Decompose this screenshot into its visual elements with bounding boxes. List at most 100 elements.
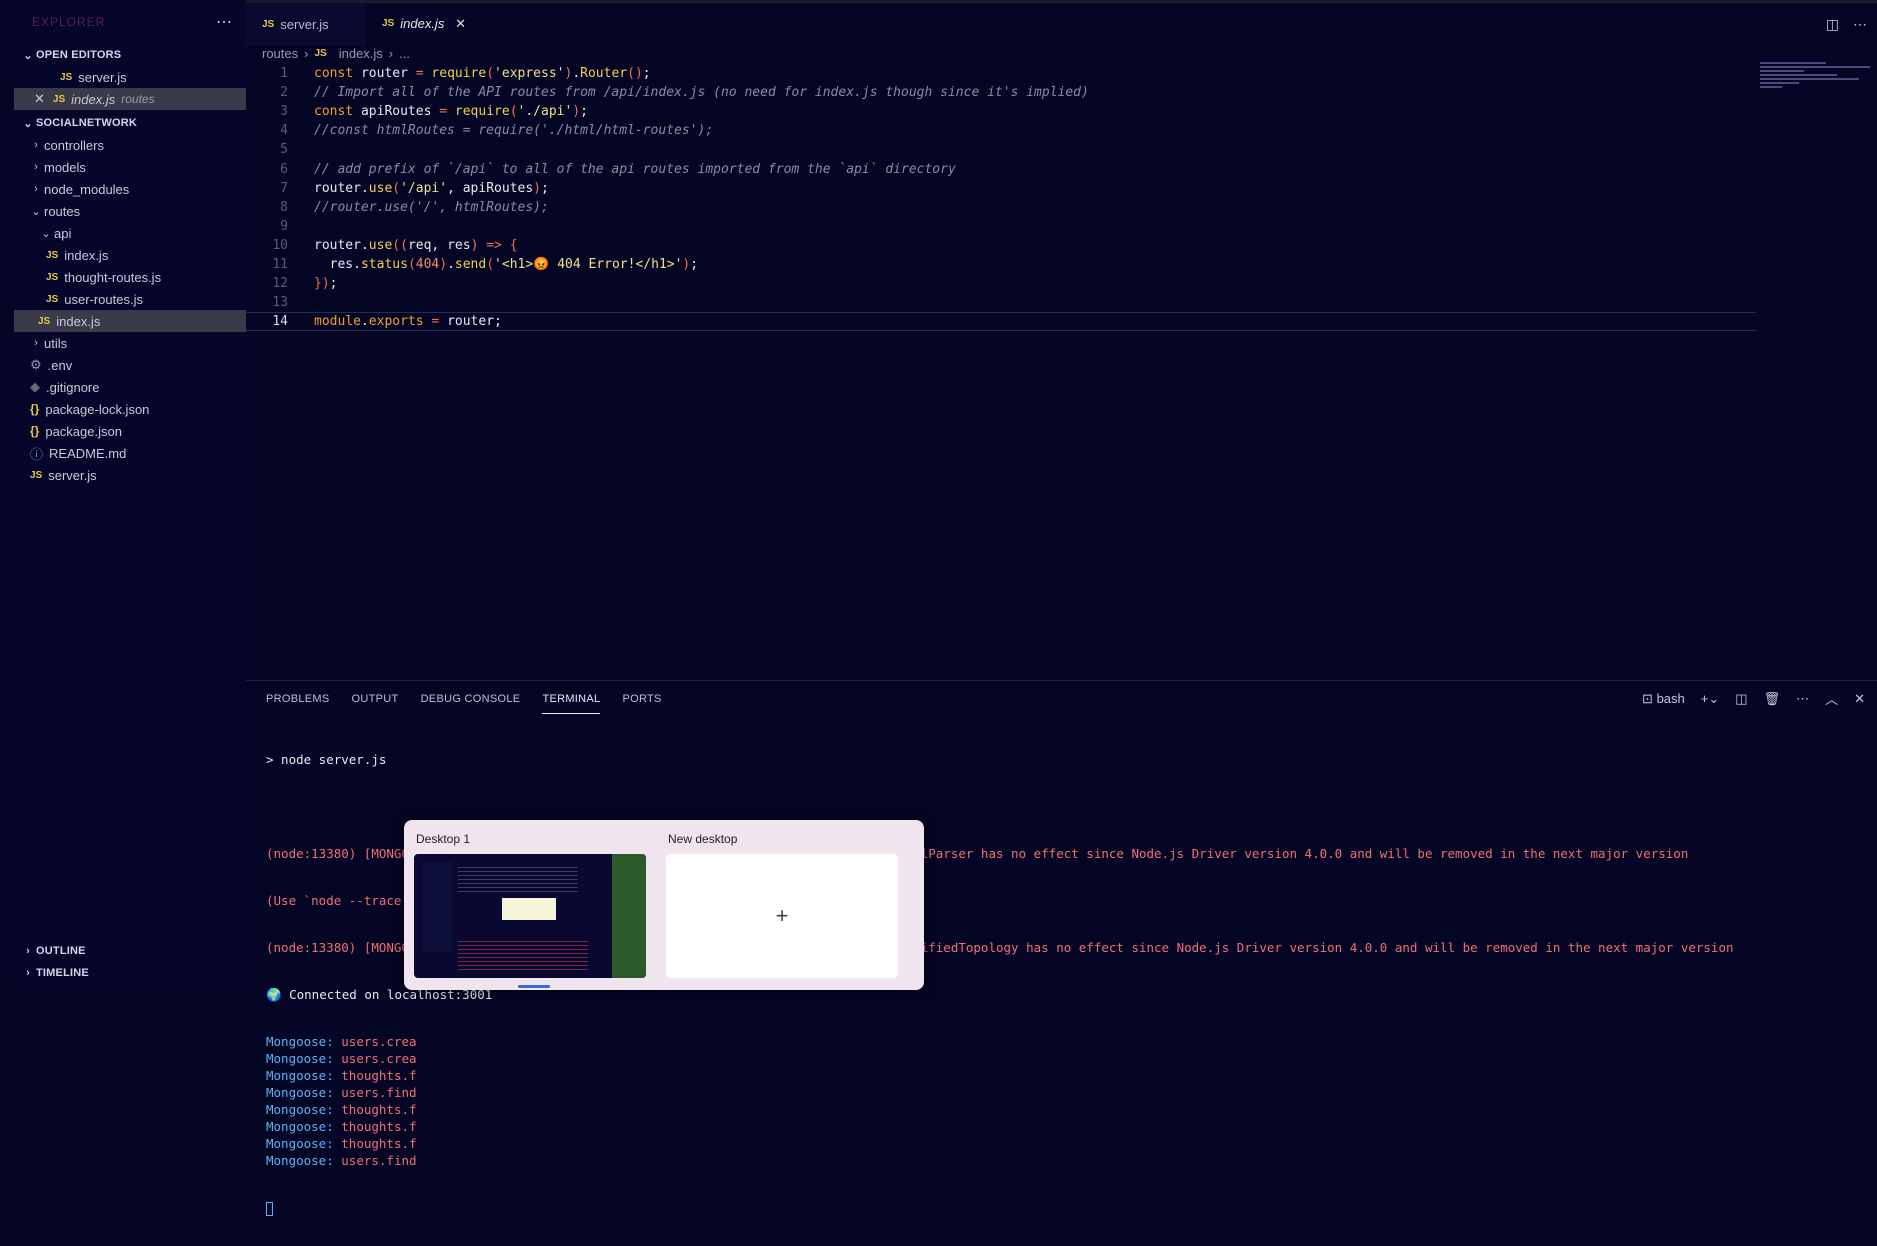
tree-folder[interactable]: ⌄ routes — [14, 200, 246, 222]
open-editor-item-active[interactable]: ✕ JS index.js routes — [14, 88, 246, 110]
tree-file[interactable]: ◆ .gitignore — [14, 376, 246, 398]
line-number: 3 — [280, 104, 288, 120]
tree-file[interactable]: JS index.js — [14, 244, 246, 266]
line-number: 7 — [280, 180, 288, 196]
chevron-down-icon: ⌄ — [31, 205, 41, 218]
tab-terminal[interactable]: TERMINAL — [542, 685, 601, 714]
code-line[interactable]: 7 router.use('/api', apiRoutes); — [246, 179, 1756, 198]
code-line[interactable]: 2 // Import all of the API routes from /a… — [246, 83, 1756, 102]
task-view-overlay: Desktop 1 New desktop + — [404, 820, 924, 990]
code-line[interactable]: 12}); — [246, 274, 1756, 293]
desktop-1-thumbnail[interactable] — [414, 854, 646, 978]
js-file-icon: JS — [46, 271, 59, 283]
tab-problems[interactable]: PROBLEMS — [266, 685, 330, 713]
code-line[interactable]: 14 module.exports = router; — [246, 312, 1756, 332]
code-line[interactable]: 4 //const htmlRoutes = require('./html/ht… — [246, 121, 1756, 140]
code-line[interactable]: 6 // add prefix of `/api` to all of the a… — [246, 160, 1756, 179]
tab-index-js[interactable]: JS index.js ✕ — [366, 3, 482, 46]
timeline-header[interactable]: › TIMELINE — [14, 962, 246, 984]
minimap[interactable] — [1760, 62, 1870, 102]
terminal-shell-selector[interactable]: ⊡ bash — [1642, 691, 1685, 707]
code-text: // add prefix of `/api` to all of the ap… — [314, 161, 956, 177]
line-number: 9 — [280, 218, 288, 234]
json-icon: {} — [30, 424, 40, 438]
explorer-header: EXPLORER ⋯ — [14, 0, 246, 44]
tree-file[interactable]: JS server.js — [14, 464, 246, 486]
tree-folder[interactable]: ⌄ api — [14, 222, 246, 244]
add-desktop-button[interactable]: + — [666, 854, 898, 978]
tree-file[interactable]: {} package.json — [14, 420, 246, 442]
tab-server-js[interactable]: JS server.js — [246, 3, 366, 46]
tree-folder[interactable]: › utils — [14, 332, 246, 354]
open-editors-header[interactable]: ⌄ OPEN EDITORS — [14, 44, 246, 66]
trash-icon[interactable]: 🗑 — [1764, 691, 1781, 707]
line-number: 6 — [280, 161, 288, 177]
breadcrumb-symbol[interactable]: ... — [399, 46, 410, 61]
code-line[interactable]: 8 //router.use('/', htmlRoutes); — [246, 198, 1756, 217]
tree-file[interactable]: JS thought-routes.js — [14, 266, 246, 288]
terminal-cursor — [266, 1201, 273, 1216]
explorer-sidebar: EXPLORER ⋯ ⌄ OPEN EDITORS JS server.js ✕… — [14, 0, 246, 990]
js-file-icon: JS — [46, 293, 59, 305]
tab-ports[interactable]: PORTS — [622, 685, 661, 713]
js-file-icon: JS — [382, 18, 395, 29]
breadcrumb: routes › JS index.js › ... — [262, 44, 410, 62]
mongoose-log-line: Mongoose: thoughts.f — [266, 1068, 417, 1083]
line-number: 1 — [280, 66, 288, 81]
close-icon[interactable]: ✕ — [34, 91, 45, 107]
new-desktop[interactable]: New desktop + — [666, 830, 906, 978]
line-number: 4 — [280, 123, 288, 139]
tab-debug-console[interactable]: DEBUG CONSOLE — [421, 685, 521, 713]
tree-folder[interactable]: › models — [14, 156, 246, 178]
mongoose-log-line: Mongoose: thoughts.f — [266, 1136, 417, 1151]
code-line[interactable]: 3 const apiRoutes = require('./api'); — [246, 102, 1756, 121]
terminal-mongoose-log: Mongoose: users.crea Mongoose: users.crea… — [266, 1033, 1734, 1169]
sidebar-bottom-sections: › OUTLINE › TIMELINE — [14, 940, 246, 990]
split-editor-icon[interactable]: ◫ — [1826, 16, 1839, 33]
line-number: 13 — [272, 295, 288, 311]
activity-bar — [0, 0, 14, 990]
outline-header[interactable]: › OUTLINE — [14, 940, 246, 962]
chevron-up-icon[interactable]: ︿ — [1825, 689, 1838, 708]
code-line[interactable]: 9 — [246, 217, 1756, 236]
tree-folder[interactable]: › node_modules — [14, 178, 246, 200]
chevron-right-icon: › — [304, 45, 309, 61]
panel-actions: ⊡ bash +⌄ ◫ 🗑 ⋯ ︿ ✕ — [1642, 689, 1865, 708]
code-line[interactable]: 11 res.status(404).send('<h1>😡 404 Error… — [246, 255, 1756, 274]
chevron-down-icon: ⌄ — [41, 227, 51, 240]
code-text: // Import all of the API routes from /ap… — [314, 85, 1089, 101]
code-line[interactable]: 10 router.use((req, res) => { — [246, 236, 1756, 255]
js-file-icon: JS — [262, 19, 275, 30]
add-terminal-icon[interactable]: +⌄ — [1701, 691, 1719, 707]
js-file-icon: JS — [30, 469, 43, 481]
tab-output[interactable]: OUTPUT — [352, 685, 399, 713]
code-line[interactable]: 1 const router = require('express').Route… — [246, 64, 1756, 83]
tree-file[interactable]: ⚙ .env — [14, 354, 246, 376]
info-icon: ⓘ — [30, 446, 44, 462]
close-icon[interactable]: ✕ — [455, 16, 466, 32]
code-line[interactable]: 5 — [246, 140, 1756, 159]
breadcrumb-folder[interactable]: routes — [262, 46, 298, 61]
code-text: }); — [314, 276, 338, 292]
code-editor[interactable]: 1 const router = require('express').Route… — [246, 64, 1756, 676]
tree-file[interactable]: JS user-routes.js — [14, 288, 246, 310]
tree-folder[interactable]: › controllers — [14, 134, 246, 156]
desktop-1[interactable]: Desktop 1 — [414, 830, 654, 978]
js-file-icon: JS — [314, 47, 327, 59]
ellipsis-icon[interactable]: ⋯ — [1796, 691, 1809, 707]
tree-file[interactable]: {} package-lock.json — [14, 398, 246, 420]
ellipsis-icon[interactable]: ⋯ — [1853, 16, 1867, 33]
open-editor-item[interactable]: JS server.js — [14, 66, 246, 88]
tree-file[interactable]: ⓘ README.md — [14, 442, 246, 464]
project-header[interactable]: ⌄ SOCIALNETWORK — [14, 112, 246, 134]
code-line[interactable]: 13 — [246, 293, 1756, 312]
close-icon[interactable]: ✕ — [1854, 691, 1865, 707]
json-icon: {} — [30, 402, 40, 416]
line-number: 2 — [280, 85, 288, 101]
ellipsis-icon[interactable]: ⋯ — [216, 12, 232, 32]
tree-file-active[interactable]: JS index.js — [14, 310, 246, 332]
chevron-right-icon: › — [26, 967, 30, 979]
chevron-right-icon: › — [34, 337, 38, 349]
breadcrumb-file[interactable]: index.js — [339, 46, 383, 61]
split-terminal-icon[interactable]: ◫ — [1735, 691, 1747, 707]
